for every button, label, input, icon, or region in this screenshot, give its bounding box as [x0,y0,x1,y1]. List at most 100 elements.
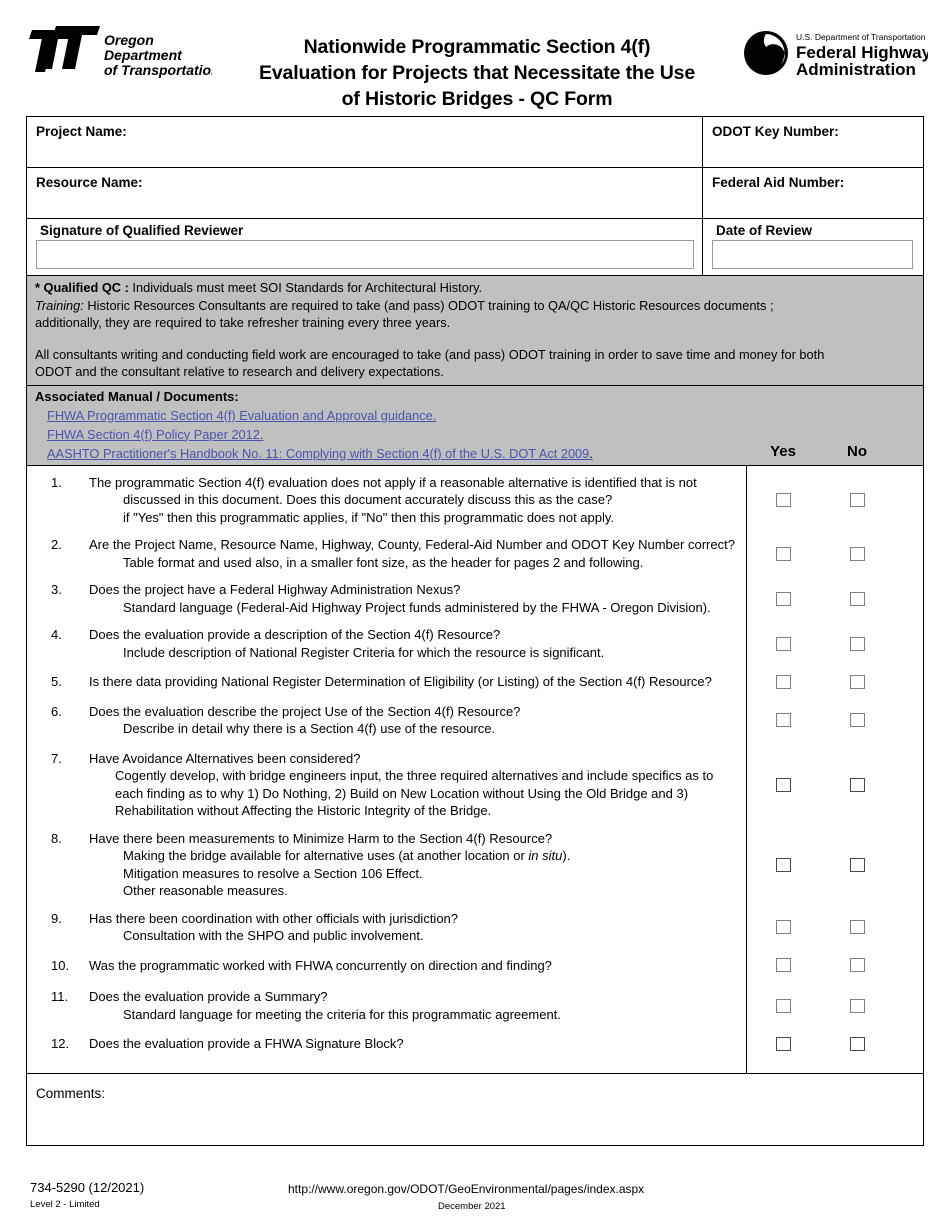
question-sub-text: each finding as to why 1) Do Nothing, 2)… [115,785,689,801]
question-row: 11. Does the evaluation provide a Summary… [27,988,923,1023]
title-line-1: Nationwide Programmatic Section 4(f) [303,36,651,58]
question-row: 6. Does the evaluation describe the proje… [27,703,923,738]
checkbox-no[interactable] [849,713,865,727]
checkbox-yes[interactable] [775,857,791,872]
checkbox-no[interactable] [849,998,865,1013]
project-name-cell[interactable]: Project Name: [27,117,703,167]
question-main-text: Have there been measurements to Minimize… [89,830,553,846]
signature-label: Signature of Qualified Reviewer [40,223,244,238]
question-number: 3. [51,582,62,597]
fhwa-line2: Administration [796,60,916,78]
signature-cell: Signature of Qualified Reviewer [27,219,703,275]
question-sub-italic: in situ [528,848,563,863]
question-text-cell: 12. Does the evaluation provide a FHWA Si… [27,1035,746,1053]
checkbox-wrap-no [820,591,894,606]
document-link-1[interactable]: FHWA Programmatic Section 4(f) Evaluatio… [35,406,436,425]
odot-logo-line3: of Transportation [104,62,212,78]
checkbox-wrap-no [820,674,894,689]
checkbox-yes[interactable] [775,591,791,606]
checkbox-no[interactable] [849,636,865,651]
question-answer-cell [746,636,923,651]
checkbox-no[interactable] [849,920,865,934]
document-link-3[interactable]: AASHTO Practitioner's Handbook No. 11: C… [47,446,589,461]
checkbox-wrap-no [820,998,894,1013]
checkbox-wrap-yes [746,591,820,606]
question-body: Does the evaluation provide a FHWA Signa… [89,1035,740,1053]
question-sub-text: Table format and used also, in a smaller… [123,554,644,570]
document-link-3-wrap[interactable]: AASHTO Practitioner's Handbook No. 11: C… [35,444,593,463]
checkbox-no[interactable] [849,958,865,973]
question-text-cell: 9. Has there been coordination with other… [27,910,746,945]
documents-title: Associated Manual / Documents: [35,388,239,404]
date-of-review-cell: Date of Review [703,219,923,275]
question-sub-text: Standard language for meeting the criter… [123,1006,561,1022]
checkbox-wrap-yes [746,958,820,973]
checkbox-yes[interactable] [775,713,791,727]
form-page: Oregon Department of Transportation Nati… [0,0,950,1230]
question-number: 5. [51,674,62,689]
date-of-review-label: Date of Review [716,223,813,238]
question-main-text: Does the project have a Federal Highway … [89,582,461,597]
fhwa-dot-line: U.S. Department of Transportation [796,32,926,42]
checkbox-yes[interactable] [775,920,791,934]
question-text-cell: 2. Are the Project Name, Resource Name, H… [27,536,746,571]
checkbox-wrap-yes [746,857,820,872]
question-number: 8. [51,830,62,846]
qualified-qc-text: Individuals must meet SOI Standards for … [128,280,483,295]
checkbox-no[interactable] [849,674,865,689]
footer-url[interactable]: http://www.oregon.gov/ODOT/GeoEnvironmen… [288,1182,644,1196]
signature-input[interactable] [36,240,694,269]
question-number: 11. [51,989,69,1004]
question-row: 7. Have Avoidance Alternatives been consi… [27,750,923,820]
training-note-line1: Training: Historic Resources Consultants… [35,297,915,315]
checkbox-no[interactable] [849,546,865,561]
checkbox-no[interactable] [849,492,865,507]
checkbox-yes[interactable] [775,546,791,561]
resource-name-label: Resource Name: [36,175,143,190]
checkbox-wrap-yes [746,492,820,507]
associated-documents: Associated Manual / Documents: FHWA Prog… [26,385,924,466]
question-text-cell: 7. Have Avoidance Alternatives been consi… [27,750,746,820]
question-body: Have there been measurements to Minimize… [89,830,740,900]
question-text-cell: 6. Does the evaluation describe the proje… [27,703,746,738]
checkbox-yes[interactable] [775,636,791,651]
document-link-2[interactable]: FHWA Section 4(f) Policy Paper 2012. [35,425,263,444]
date-of-review-input[interactable] [712,240,913,269]
checkbox-wrap-yes [746,920,820,934]
checkbox-no[interactable] [849,1036,865,1051]
page-header: Oregon Department of Transportation Nati… [0,0,950,112]
question-number: 10. [51,957,70,973]
resource-name-cell[interactable]: Resource Name: [27,168,703,218]
form-level: Level 2 - Limited [30,1199,100,1210]
question-text-cell: 3. Does the project have a Federal Highwa… [27,581,746,616]
question-answer-cell [746,857,923,872]
question-number: 7. [51,750,62,766]
fhwa-logo: U.S. Department of Transportation Federa… [738,16,928,78]
checkbox-yes[interactable] [775,1036,791,1051]
page-title: Nationwide Programmatic Section 4(f) Eva… [216,16,738,112]
question-row: 1. The programmatic Section 4(f) evaluati… [27,474,923,527]
question-main-text: Is there data providing National Registe… [89,674,712,689]
question-sub-text: discussed in this document. Does this do… [123,492,613,507]
checkbox-no[interactable] [849,777,865,792]
checkbox-wrap-yes [746,636,820,651]
checkbox-yes[interactable] [775,674,791,689]
checkbox-yes[interactable] [775,998,791,1013]
checkbox-no[interactable] [849,857,865,872]
checkbox-yes[interactable] [775,777,791,792]
question-body: Does the evaluation describe the project… [89,703,740,738]
qualified-qc-label: * Qualified QC : [35,280,129,295]
checkbox-wrap-no [820,713,894,727]
question-number: 6. [51,703,62,719]
question-row: 12. Does the evaluation provide a FHWA Si… [27,1035,923,1053]
checkbox-no[interactable] [849,591,865,606]
odot-key-cell[interactable]: ODOT Key Number: [703,117,923,167]
question-sub-text: if "Yes" then this programmatic applies,… [123,509,615,525]
question-body: Have Avoidance Alternatives been conside… [89,750,740,820]
questions-divider [746,465,748,1073]
comments-section[interactable]: Comments: [26,1073,924,1146]
question-sub-text: Standard language (Federal-Aid Highway P… [123,599,711,615]
checkbox-yes[interactable] [775,492,791,507]
checkbox-yes[interactable] [775,958,791,973]
federal-aid-cell[interactable]: Federal Aid Number: [703,168,923,218]
